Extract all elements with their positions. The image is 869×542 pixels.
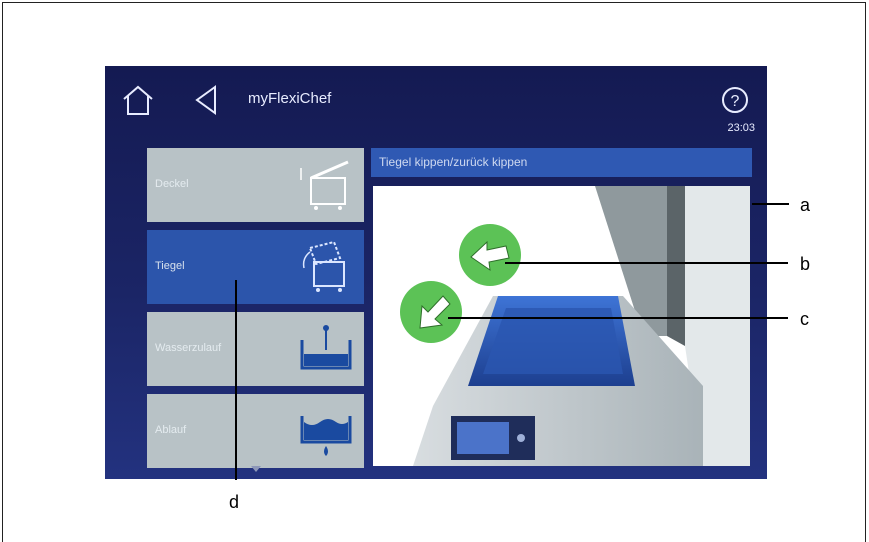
panel-header: Tiegel kippen/zurück kippen [371, 148, 752, 177]
svg-text:?: ? [731, 93, 740, 110]
panel-title: Tiegel kippen/zurück kippen [379, 155, 528, 169]
callout-line-a [752, 203, 789, 205]
back-icon[interactable] [193, 84, 219, 116]
device-screen: myFlexiChef ? 23:03 Deckel Tiegel Wasser… [105, 66, 767, 479]
scroll-down-indicator[interactable] [251, 466, 261, 472]
callout-label-b: b [800, 254, 811, 274]
callout-label-a: a [800, 195, 811, 215]
help-icon[interactable]: ? [721, 86, 749, 114]
home-icon[interactable] [121, 84, 155, 116]
appliance-drawing [400, 186, 750, 466]
menu-item-ablauf[interactable]: Ablauf [147, 394, 364, 468]
menu-item-label: Wasserzulauf [155, 342, 222, 354]
drain-icon [300, 416, 352, 456]
detail-panel: Tiegel kippen/zurück kippen [371, 148, 752, 467]
menu-item-tiegel[interactable]: Tiegel [147, 230, 364, 304]
clock: 23:03 [727, 122, 755, 134]
menu-item-wasserzulauf[interactable]: Wasserzulauf [147, 312, 364, 386]
callout-label-c: c [800, 309, 809, 329]
callout-line-b [505, 262, 788, 264]
menu-item-label: Ablauf [155, 424, 187, 436]
callout-line-c [448, 317, 788, 319]
water-inlet-icon [300, 325, 352, 370]
app-title: myFlexiChef [248, 90, 332, 107]
pan-tilt-icon [302, 240, 345, 292]
callout-line-d [235, 280, 237, 480]
callout-label-d: d [229, 492, 240, 512]
lid-tilt-icon [300, 160, 349, 210]
tilt-back-button-illustration [400, 281, 462, 343]
tilt-up-button-illustration [459, 224, 521, 286]
appliance-illustration [373, 186, 750, 466]
menu-item-deckel[interactable]: Deckel [147, 148, 364, 222]
menu-item-label: Tiegel [155, 260, 185, 272]
menu-item-label: Deckel [155, 178, 189, 190]
